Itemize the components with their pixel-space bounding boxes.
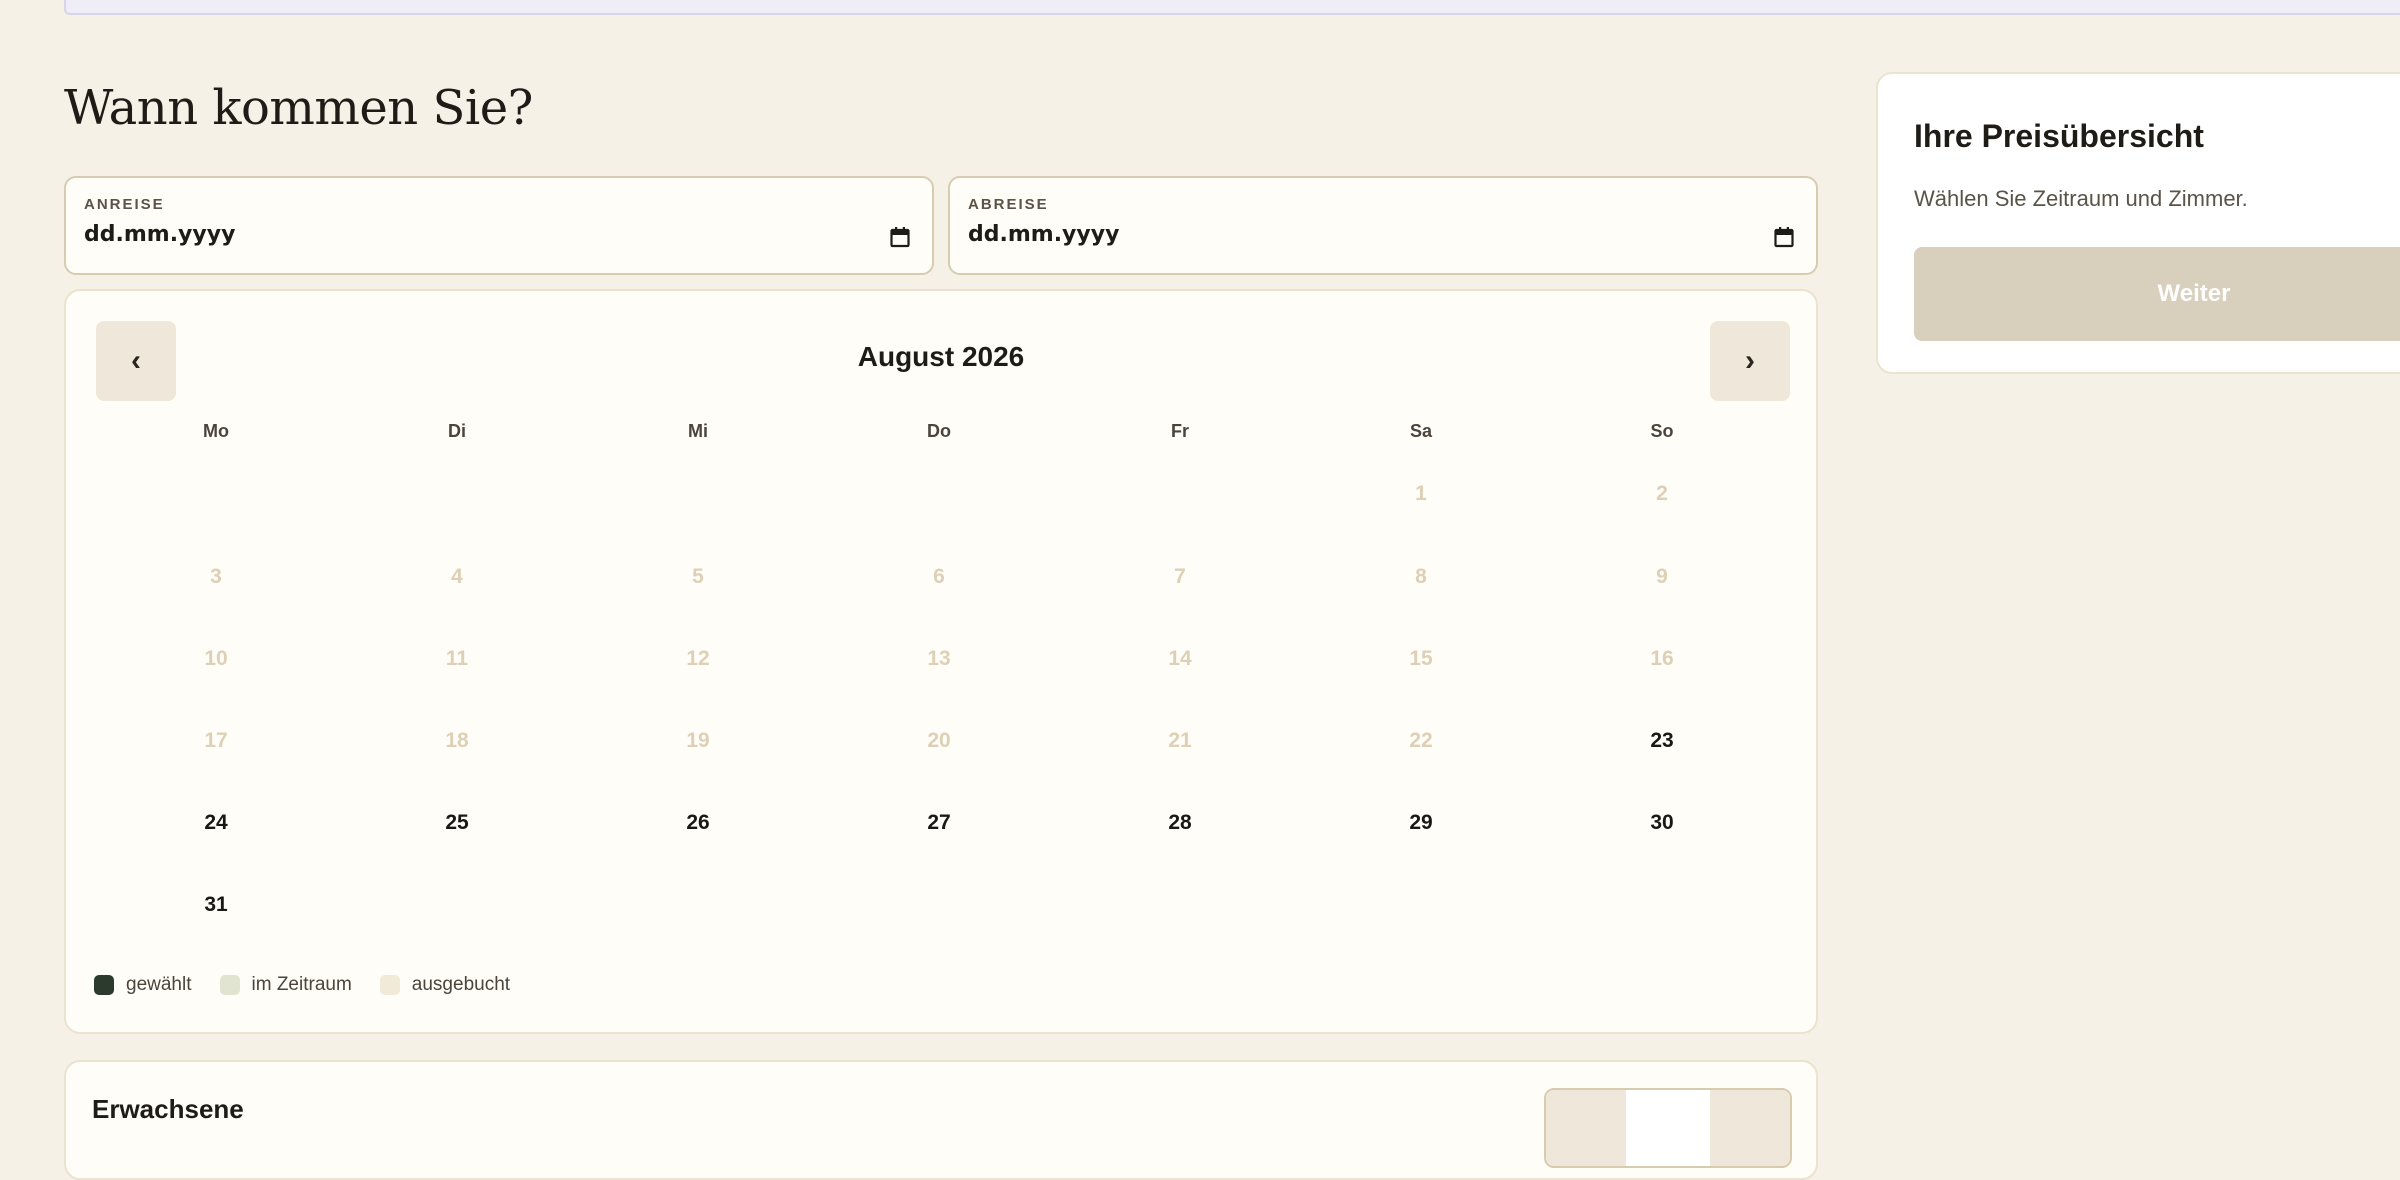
increment-button[interactable] bbox=[1710, 1090, 1790, 1166]
calendar-day[interactable]: 31 bbox=[176, 885, 256, 925]
legend-label: ausgebucht bbox=[411, 974, 511, 995]
arrival-label: ANREISE bbox=[84, 196, 165, 213]
weekday-mo: Mo bbox=[203, 421, 229, 441]
calendar-day: 21 bbox=[1168, 729, 1192, 752]
calendar-day: 8 bbox=[1415, 565, 1427, 588]
page-title: Wann kommen Sie? bbox=[64, 80, 533, 136]
arrival-value[interactable]: dd.mm.yyyy bbox=[84, 222, 235, 247]
departure-value[interactable]: dd.mm.yyyy bbox=[968, 222, 1119, 247]
continue-button[interactable]: Weiter bbox=[1914, 247, 2400, 341]
legend: gewählt im Zeitraum ausgebucht bbox=[94, 974, 538, 996]
calendar-day: 11 bbox=[445, 647, 469, 670]
summary-title: Ihre Preisübersicht bbox=[1914, 118, 2204, 154]
calendar-day[interactable]: 26 bbox=[658, 803, 738, 843]
legend-swatch bbox=[379, 975, 400, 995]
legend-item: gewählt bbox=[94, 974, 192, 996]
weekday-fr: Fr bbox=[1171, 421, 1189, 441]
calendar-icon[interactable] bbox=[1774, 226, 1794, 248]
calendar-day: 18 bbox=[445, 729, 469, 752]
calendar-day: 17 bbox=[204, 729, 228, 752]
calendar-day: 14 bbox=[1168, 647, 1192, 670]
calendar-day: 19 bbox=[686, 729, 710, 752]
calendar-day[interactable]: 23 bbox=[1622, 721, 1702, 761]
legend-swatch bbox=[219, 975, 240, 995]
calendar-day: 1 bbox=[1415, 482, 1427, 505]
adults-count bbox=[1626, 1090, 1710, 1166]
calendar-day: 20 bbox=[927, 729, 951, 752]
calendar-day: 7 bbox=[1174, 565, 1186, 588]
calendar-day: 16 bbox=[1650, 647, 1674, 670]
adults-stepper[interactable] bbox=[1544, 1088, 1792, 1168]
calendar-day[interactable]: 28 bbox=[1140, 803, 1220, 843]
decrement-button[interactable] bbox=[1546, 1090, 1626, 1166]
legend-swatch bbox=[94, 975, 114, 995]
weekday-do: Do bbox=[927, 421, 951, 441]
price-summary: Ihre Preisübersicht Wählen Sie Zeitraum … bbox=[1876, 72, 2400, 374]
calendar-day: 10 bbox=[204, 647, 228, 670]
top-banner bbox=[64, 0, 2400, 15]
calendar-day[interactable]: 24 bbox=[176, 803, 256, 843]
calendar-day: 22 bbox=[1409, 729, 1433, 752]
calendar-day: 13 bbox=[927, 647, 951, 670]
legend-label: gewählt bbox=[126, 974, 192, 995]
calendar-day: 5 bbox=[692, 565, 704, 588]
weekday-sa: Sa bbox=[1409, 421, 1433, 441]
guests-card: Erwachsene bbox=[64, 1060, 1818, 1180]
calendar-day: 9 bbox=[1656, 565, 1668, 588]
calendar-day: 12 bbox=[686, 647, 710, 670]
calendar-day: 6 bbox=[933, 565, 945, 588]
departure-date-field[interactable]: ABREISE dd.mm.yyyy bbox=[948, 176, 1818, 275]
calendar-day[interactable]: 30 bbox=[1622, 803, 1702, 843]
summary-text: Wählen Sie Zeitraum und Zimmer. bbox=[1914, 186, 2248, 211]
calendar-day: 4 bbox=[451, 565, 463, 588]
calendar-day[interactable]: 29 bbox=[1381, 803, 1461, 843]
calendar-day: 3 bbox=[210, 565, 222, 588]
calendar-day[interactable]: 25 bbox=[417, 803, 497, 843]
weekday-so: So bbox=[1650, 421, 1674, 441]
weekday-di: Di bbox=[448, 421, 466, 441]
legend-label: im Zeitraum bbox=[251, 974, 352, 995]
weekday-mi: Mi bbox=[688, 421, 708, 441]
calendar-day: 15 bbox=[1409, 647, 1433, 670]
arrival-date-field[interactable]: ANREISE dd.mm.yyyy bbox=[64, 176, 934, 275]
adults-label: Erwachsene bbox=[92, 1094, 244, 1124]
departure-label: ABREISE bbox=[968, 196, 1049, 213]
legend-item: ausgebucht bbox=[379, 974, 511, 996]
calendar-day: 2 bbox=[1656, 482, 1668, 505]
calendar: ‹ August 2026 › Mo Di Mi Do Fr Sa So 123456789… bbox=[64, 289, 1818, 1034]
next-month-button[interactable]: › bbox=[1710, 321, 1790, 401]
calendar-icon[interactable] bbox=[890, 226, 910, 248]
calendar-day[interactable]: 27 bbox=[899, 803, 979, 843]
month-title: August 2026 bbox=[857, 341, 1025, 372]
legend-item: im Zeitraum bbox=[219, 974, 352, 996]
